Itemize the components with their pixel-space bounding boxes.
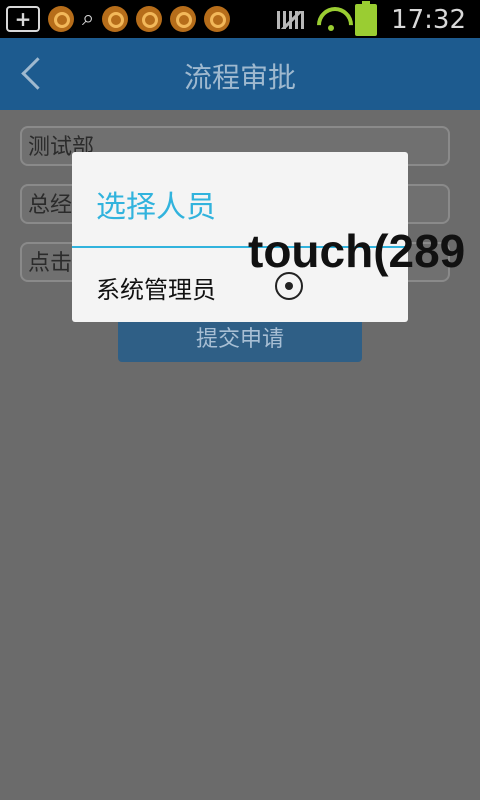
wifi-icon	[317, 7, 345, 33]
search-icon: ⌕	[82, 6, 95, 31]
system-icons: 17:32	[277, 1, 466, 36]
dialog-option-system-admin[interactable]: 系统管理员	[96, 270, 216, 305]
dialog-title: 选择人员	[96, 190, 216, 225]
uc-browser-icon	[204, 6, 231, 32]
uc-browser-icon	[102, 6, 129, 32]
uc-browser-icon	[136, 6, 163, 32]
status-bar: + ⌕ 17:32	[0, 0, 480, 38]
battery-icon	[355, 1, 378, 36]
title-bar: 流程审批	[0, 38, 480, 110]
touch-debug-label: touch(289	[248, 225, 466, 277]
page-title: 流程审批	[183, 61, 296, 94]
uc-browser-icon	[48, 6, 74, 32]
submit-button[interactable]: 提交申请	[118, 318, 362, 362]
signal-muted-icon	[277, 9, 308, 31]
status-time: 17:32	[391, 5, 466, 35]
plus-box-icon: +	[6, 6, 40, 32]
notification-icons: + ⌕	[6, 6, 231, 32]
touch-indicator-icon	[275, 272, 303, 300]
uc-browser-icon	[170, 6, 197, 32]
